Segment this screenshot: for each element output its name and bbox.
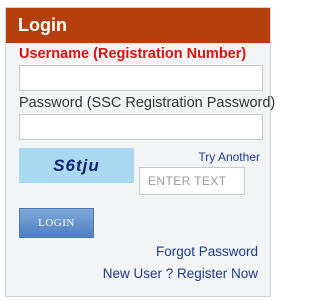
register-link[interactable]: New User ? Register Now [103, 266, 258, 281]
login-title: Login [18, 15, 67, 35]
forgot-password-link[interactable]: Forgot Password [156, 244, 258, 259]
login-button[interactable]: LOGIN [19, 208, 94, 238]
captcha-text: S6tju [53, 156, 100, 175]
login-panel: Login Username (Registration Number) Pas… [5, 7, 275, 297]
login-header: Login [6, 8, 270, 43]
captcha-image: S6tju [19, 148, 134, 183]
password-input[interactable] [19, 114, 263, 140]
username-input[interactable] [19, 65, 263, 91]
username-label: Username (Registration Number) [19, 46, 247, 62]
try-another-link[interactable]: Try Another [198, 150, 260, 164]
password-label: Password (SSC Registration Password) [19, 95, 276, 111]
captcha-input[interactable] [139, 167, 245, 195]
